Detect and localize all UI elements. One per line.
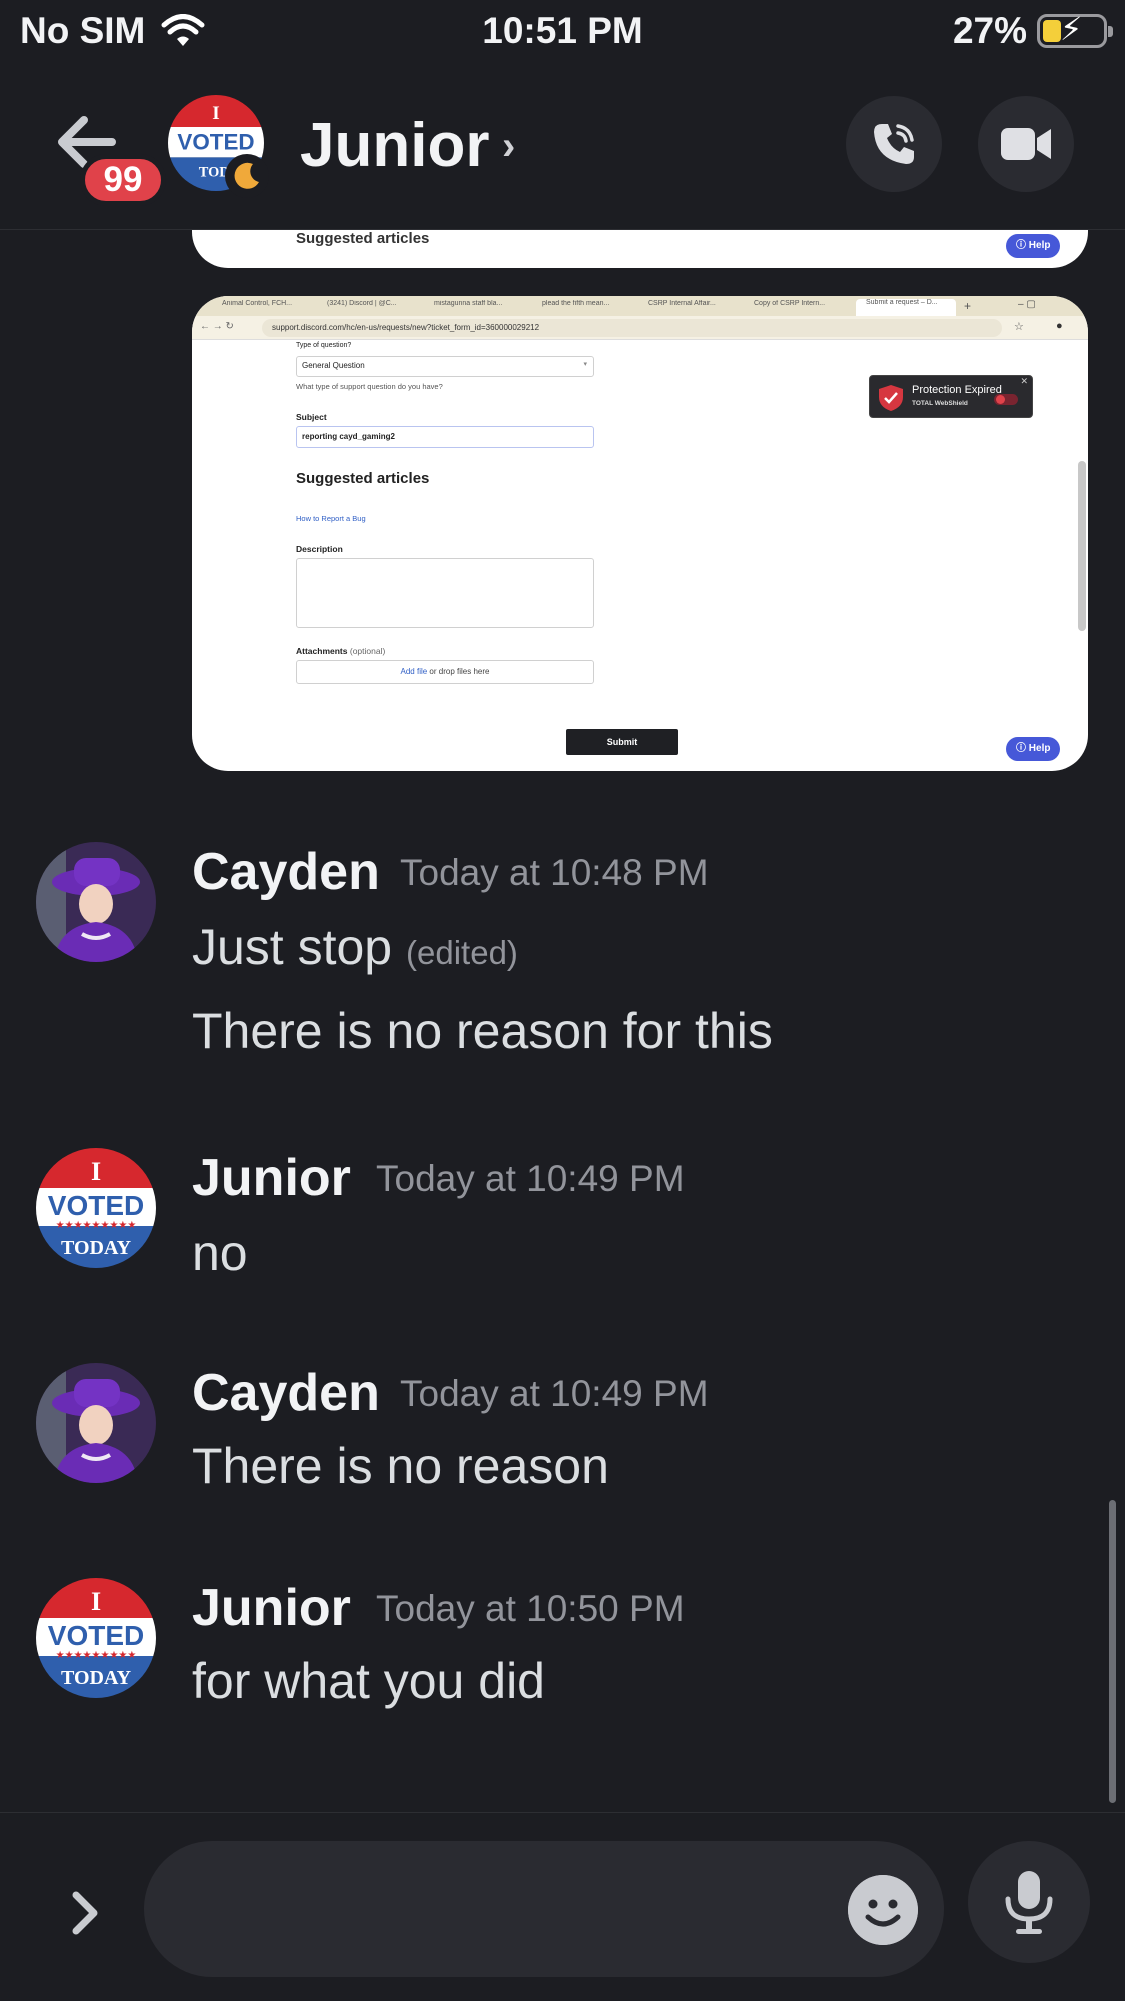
attachments-label: Attachments (optional) <box>296 646 386 656</box>
phone-icon <box>874 124 914 164</box>
message-author[interactable]: Junior <box>192 1148 351 1208</box>
url-field: support.discord.com/hc/en-us/requests/ne… <box>262 319 1002 337</box>
profile-icon: ● <box>1056 320 1063 332</box>
avatar-text-top: I <box>91 1587 101 1616</box>
message-composer <box>0 1812 1125 2001</box>
browser-tab: Animal Control, FCH... <box>222 300 293 307</box>
svg-text:VOTED: VOTED <box>177 129 254 154</box>
new-tab-icon: + <box>964 299 972 313</box>
avatar[interactable]: I VOTED TODAY ★★★★★★★★★ <box>36 1578 156 1698</box>
chat-scrollbar[interactable] <box>1109 1500 1116 1803</box>
avatar[interactable]: I VOTED TODAY ★★★★★★★★★ <box>36 1148 156 1268</box>
attachment-image-top[interactable]: Suggested articles ⓘ Help <box>192 230 1088 268</box>
message-author[interactable]: Cayden <box>192 1363 380 1423</box>
avatar-text-top: I <box>91 1157 101 1186</box>
protection-expired-popup: Protection Expired TOTAL WebShield ✕ <box>869 375 1033 418</box>
browser-tab-bar: Animal Control, FCH... (3241) Discord | … <box>192 296 1088 316</box>
type-value: General Question <box>302 361 365 370</box>
chevron-right-icon[interactable] <box>60 1883 110 1943</box>
channel-title[interactable]: Junior <box>300 110 489 181</box>
description-label: Description <box>296 544 343 554</box>
svg-text:★★★★★★★★★: ★★★★★★★★★ <box>56 1650 137 1661</box>
discord-dm-screen: No SIM 10:51 PM 27% ⚡ 99 I VOTED TOD. Ju… <box>0 0 1125 2001</box>
moon-icon <box>225 154 269 198</box>
emoji-icon[interactable] <box>848 1875 918 1945</box>
subject-input: reporting cayd_gaming2 <box>296 426 594 448</box>
browser-tab-active: Submit a request – D... <box>856 299 956 316</box>
attachment-image[interactable]: Animal Control, FCH... (3241) Discord | … <box>192 296 1088 771</box>
message-timestamp: Today at 10:49 PM <box>400 1373 709 1414</box>
channel-header: 99 I VOTED TOD. Junior › <box>0 62 1125 230</box>
browser-tab: plead the fifth mean... <box>542 300 610 307</box>
suggested-articles-heading: Suggested articles <box>296 230 430 247</box>
message-author[interactable]: Cayden <box>192 842 380 902</box>
window-controls-icon: – ▢ <box>1018 299 1036 310</box>
type-select: General Question ▾ <box>296 356 594 377</box>
chevron-down-icon: ▾ <box>583 361 587 368</box>
type-hint: What type of support question do you hav… <box>296 382 443 391</box>
video-button[interactable] <box>978 96 1074 192</box>
drop-files-text: or drop files here <box>427 667 490 676</box>
subject-label: Subject <box>296 412 327 422</box>
message-author[interactable]: Junior <box>192 1578 351 1638</box>
browser-tab: CSRP Internal Affair... <box>648 300 716 307</box>
edited-label: (edited) <box>406 934 518 971</box>
message-text: Just stop (edited) <box>192 919 518 975</box>
chevron-right-icon[interactable]: › <box>502 124 515 169</box>
help-button: ⓘ Help <box>1006 234 1061 258</box>
nav-arrows-icon: ← → ↻ <box>200 321 234 332</box>
help-button: ⓘ Help <box>1006 737 1061 761</box>
shield-icon <box>879 385 903 411</box>
protection-title: Protection Expired <box>912 384 1002 396</box>
page-scrollbar <box>1078 461 1086 631</box>
message-text: no <box>192 1225 248 1281</box>
avatar[interactable] <box>36 1363 156 1483</box>
message-timestamp: Today at 10:50 PM <box>376 1588 685 1629</box>
status-right: 27% ⚡ <box>952 10 1113 52</box>
message-text: There is no reason <box>192 1438 609 1494</box>
browser-tab: Copy of CSRP Intern... <box>754 300 826 307</box>
voice-message-button[interactable] <box>968 1841 1090 1963</box>
avatar-text-mid: VOTED <box>48 1620 144 1651</box>
browser-tab: mistagunna staff bla... <box>434 300 503 307</box>
avatar-text-mid: VOTED <box>48 1190 144 1221</box>
video-camera-icon <box>1001 128 1051 160</box>
avatar-text-bottom: TODAY <box>61 1237 132 1259</box>
toggle-switch <box>994 394 1018 405</box>
message-text: for what you did <box>192 1653 545 1709</box>
subject-value: reporting cayd_gaming2 <box>302 432 395 441</box>
message-input[interactable] <box>144 1841 944 1977</box>
svg-text:★★★★★★★★★: ★★★★★★★★★ <box>56 1220 137 1231</box>
message-timestamp: Today at 10:48 PM <box>400 852 709 893</box>
battery-percent: 27% <box>952 10 1027 51</box>
protection-brand: TOTAL WebShield <box>912 400 968 407</box>
browser-url-bar: ← → ↻ support.discord.com/hc/en-us/reque… <box>192 316 1088 340</box>
description-textarea <box>296 558 594 628</box>
battery-charging-icon: ⚡ <box>1037 13 1113 48</box>
status-bar: No SIM 10:51 PM 27% ⚡ <box>0 0 1125 62</box>
submit-button: Submit <box>566 729 678 755</box>
message-timestamp: Today at 10:49 PM <box>376 1158 685 1199</box>
attachments-dropzone: Add file or drop files here <box>296 660 594 684</box>
type-label: Type of question? <box>296 342 352 349</box>
add-file-link: Add file <box>400 667 428 676</box>
star-icon: ☆ <box>1014 321 1024 333</box>
unread-badge: 99 <box>80 154 166 206</box>
close-icon: ✕ <box>1020 376 1028 386</box>
avatar[interactable] <box>36 842 156 962</box>
call-button[interactable] <box>846 96 942 192</box>
suggested-articles-heading: Suggested articles <box>296 470 430 487</box>
browser-tab: (3241) Discord | @C... <box>327 300 397 307</box>
microphone-icon <box>1005 1871 1053 1934</box>
article-link: How to Report a Bug <box>296 514 366 523</box>
message-text: There is no reason for this <box>192 1003 773 1059</box>
avatar-text-bottom: TODAY <box>61 1667 132 1689</box>
svg-text:I: I <box>212 103 219 124</box>
